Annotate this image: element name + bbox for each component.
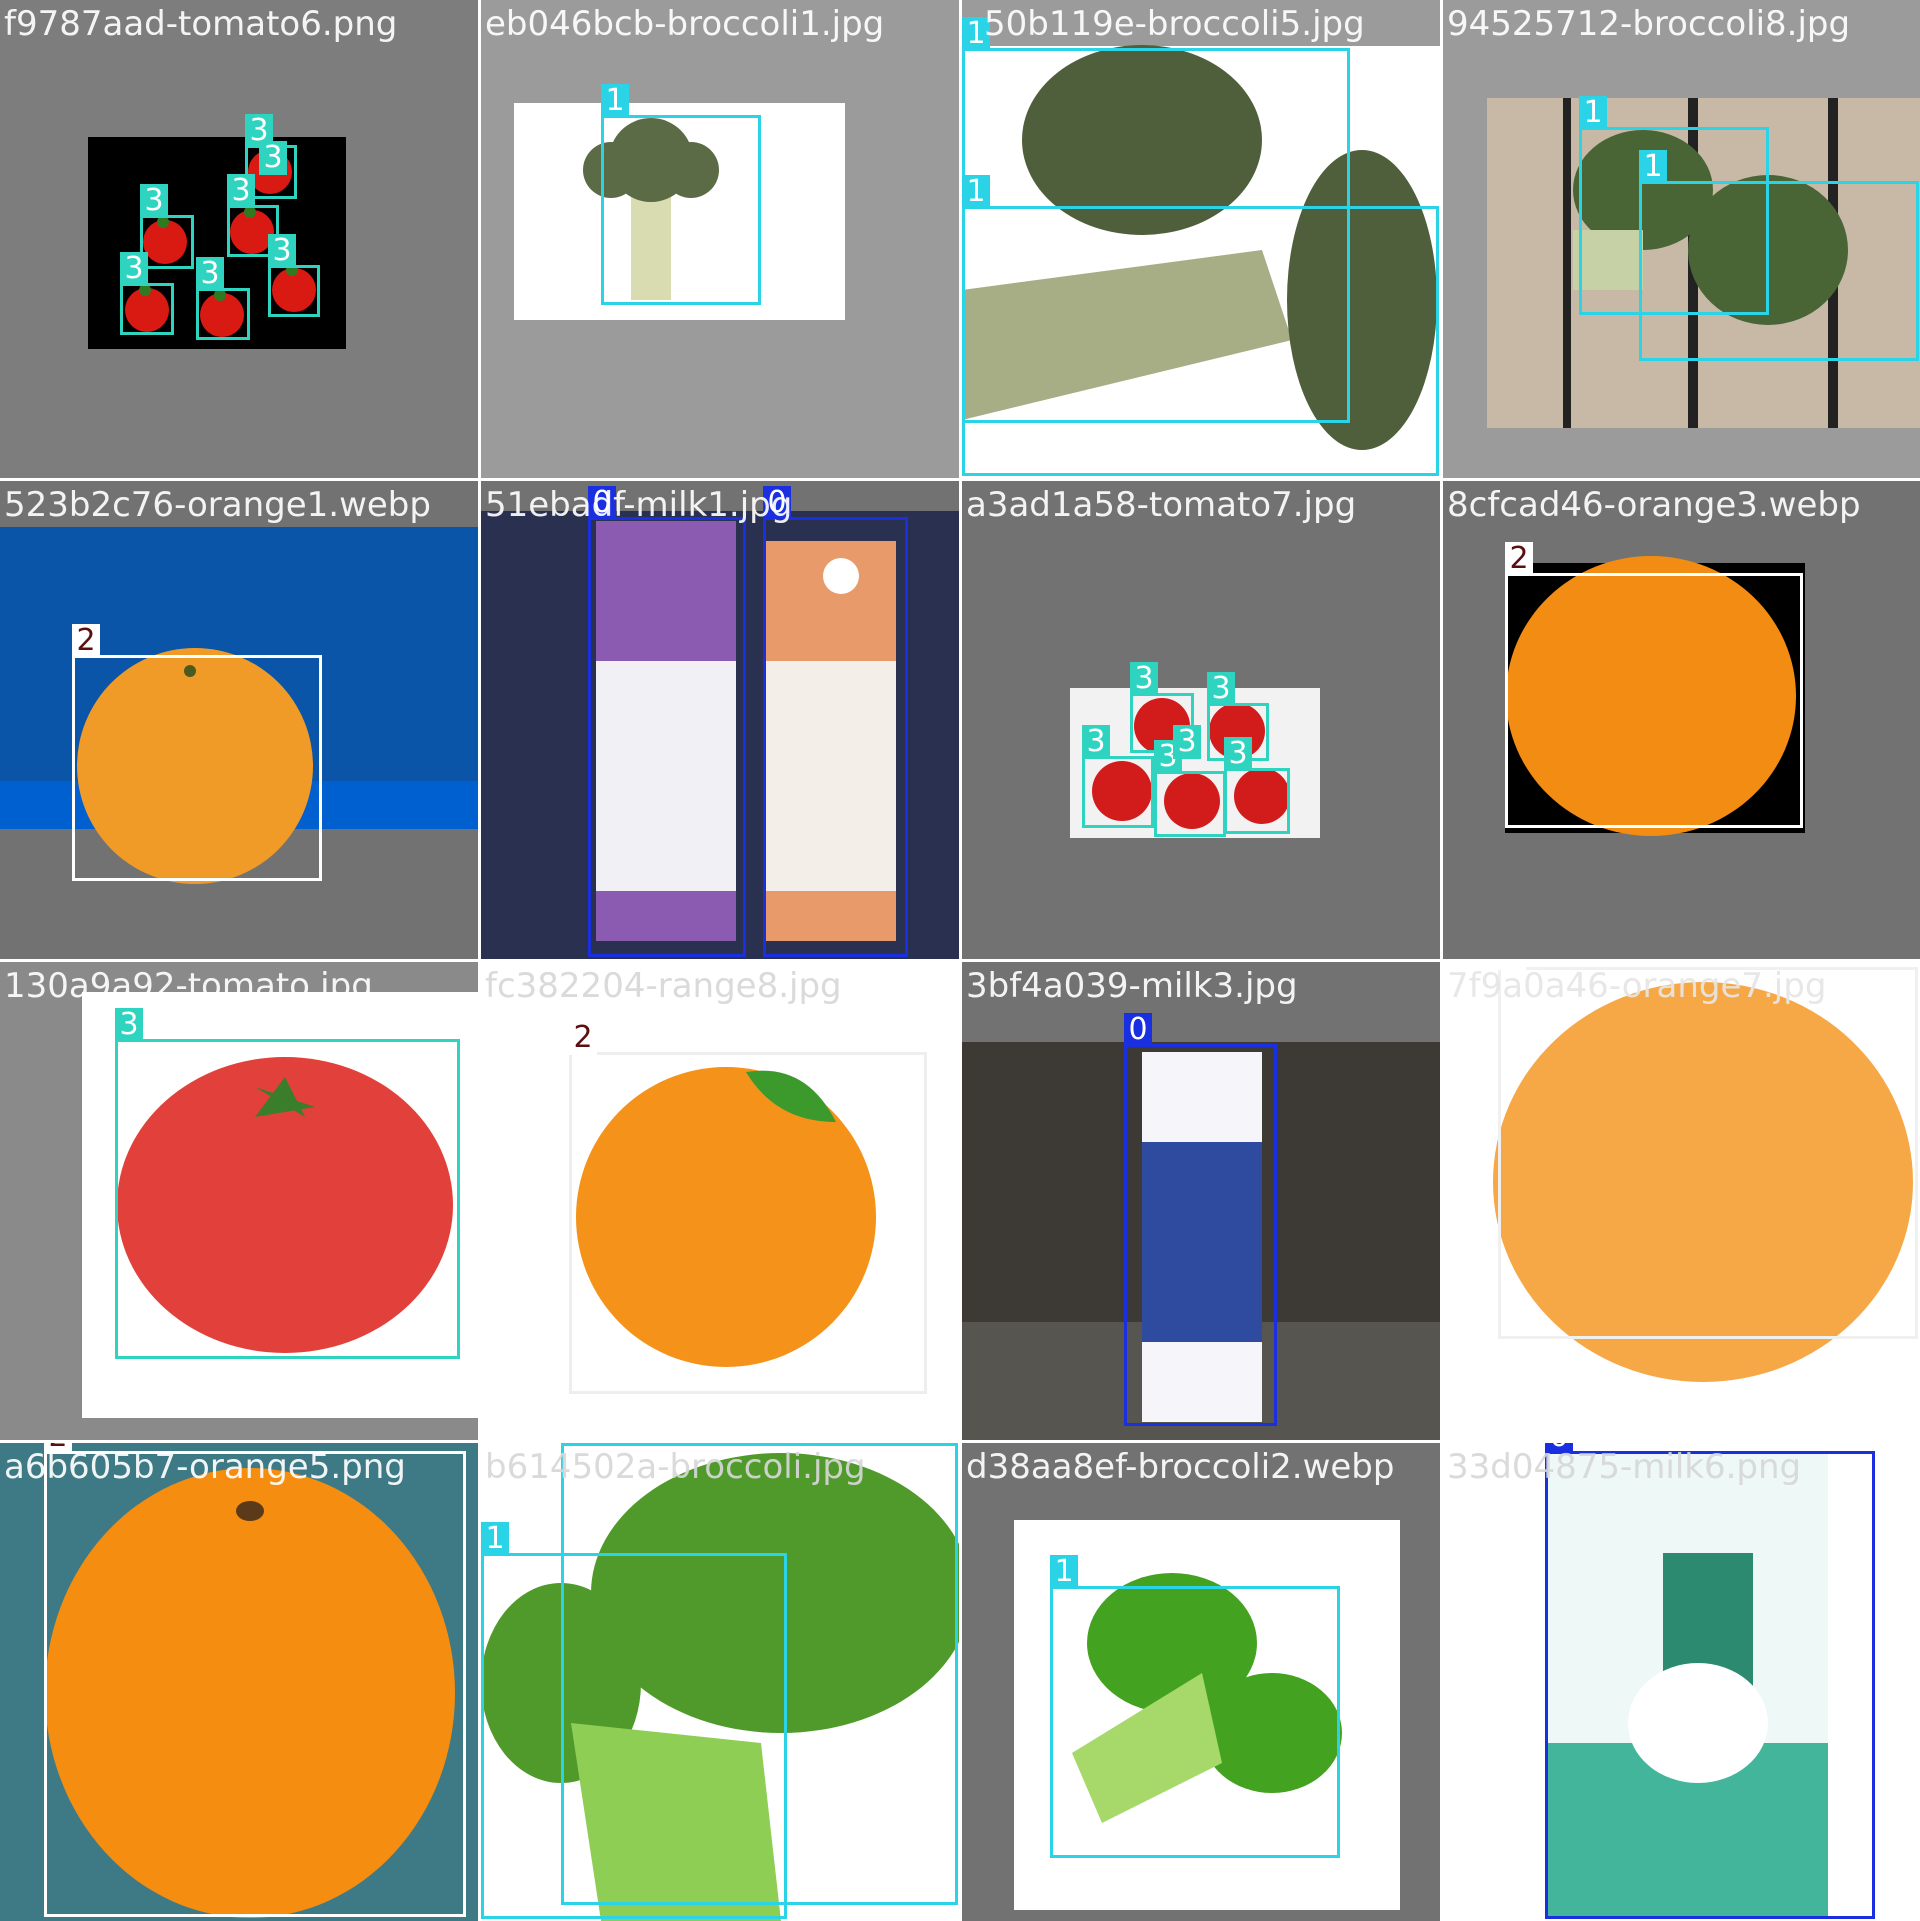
class-label: 1 bbox=[1639, 150, 1667, 184]
detection-box[interactable]: 2 bbox=[44, 1443, 466, 1917]
image-filename: 523b2c76-orange1.webp bbox=[4, 485, 431, 525]
detection-box[interactable]: 0 bbox=[588, 486, 746, 957]
tomato-image bbox=[962, 481, 1440, 959]
detection-box[interactable]: 3 bbox=[120, 252, 174, 335]
class-label: 2 bbox=[72, 624, 100, 658]
image-filename: 7f9a0a46-orange7.jpg bbox=[1447, 966, 1827, 1006]
tile-orange5[interactable]: 2 a6b605b7-orange5.png bbox=[0, 1443, 478, 1921]
image-filename: fc382204-range8.jpg bbox=[485, 966, 842, 1006]
detection-box[interactable]: 3 bbox=[115, 1008, 460, 1359]
class-label: 1 bbox=[601, 84, 629, 118]
class-label: 3 bbox=[1173, 725, 1201, 759]
detection-box[interactable]: 0 bbox=[1124, 1013, 1277, 1426]
class-label: 3 bbox=[227, 174, 255, 208]
image-filename: 130a9a92-tomato.jpg bbox=[4, 966, 373, 1006]
class-label: 1 bbox=[481, 1522, 509, 1556]
tile-milk6[interactable]: 0 33d04875-milk6.png bbox=[1443, 1443, 1920, 1921]
class-label: 1 bbox=[561, 1443, 589, 1446]
class-label: 3 bbox=[1224, 737, 1252, 771]
detection-box[interactable]: 1 bbox=[481, 1522, 787, 1919]
class-label: 2 bbox=[1505, 542, 1533, 576]
detection-box[interactable]: 3 bbox=[196, 257, 250, 340]
detection-box[interactable]: 0 bbox=[763, 486, 908, 957]
class-label: 0 bbox=[1124, 1013, 1152, 1047]
class-label: 3 bbox=[259, 141, 287, 175]
detection-box[interactable]: 1 bbox=[601, 84, 761, 305]
tile-tomato6[interactable]: 3 3 3 3 3 3 3 f9787aad-tomato6.png bbox=[0, 0, 478, 478]
detection-box[interactable]: 2 bbox=[569, 1021, 927, 1394]
detection-box[interactable]: 3 bbox=[140, 184, 194, 269]
detection-mosaic: 3 3 3 3 3 3 3 f9787aad-tomato6.png 1 eb0… bbox=[0, 0, 1920, 1921]
tile-milk3[interactable]: 0 3bf4a039-milk3.jpg bbox=[962, 962, 1440, 1440]
tile-range8[interactable]: 2 fc382204-range8.jpg bbox=[481, 962, 959, 1440]
detection-box[interactable]: 1 bbox=[962, 175, 1439, 476]
class-label: 3 bbox=[196, 257, 224, 291]
detection-box[interactable]: 2 bbox=[1505, 542, 1803, 828]
class-label: 3 bbox=[268, 234, 296, 268]
class-label: 1 bbox=[1579, 96, 1607, 130]
class-label: 1 bbox=[962, 175, 990, 209]
detection-box[interactable]: 2 bbox=[72, 624, 322, 881]
tile-broccoli2[interactable]: 1 d38aa8ef-broccoli2.webp bbox=[962, 1443, 1440, 1921]
tile-milk1[interactable]: 0 0 51ebadf-milk1.jpg bbox=[481, 481, 959, 959]
image-filename: a3ad1a58-tomato7.jpg bbox=[966, 485, 1357, 525]
tile-broccoli8[interactable]: 1 1 94525712-broccoli8.jpg bbox=[1443, 0, 1920, 478]
tile-broccoli[interactable]: 1 1 b614502a-broccoli.jpg bbox=[481, 1443, 959, 1921]
detection-box[interactable]: 3 bbox=[1224, 737, 1290, 834]
detection-box[interactable]: 0 bbox=[1545, 1443, 1875, 1919]
detection-box[interactable]: 3 bbox=[259, 141, 296, 205]
image-filename: 51ebadf-milk1.jpg bbox=[485, 485, 793, 525]
detection-box[interactable]: 3 bbox=[1173, 725, 1216, 789]
image-filename: b614502a-broccoli.jpg bbox=[485, 1447, 866, 1487]
tile-tomato7[interactable]: 3 3 3 3 3 3 a3ad1a58-tomato7.jpg bbox=[962, 481, 1440, 959]
image-filename: a6b605b7-orange5.png bbox=[4, 1447, 406, 1487]
image-filename: 8cfcad46-orange3.webp bbox=[1447, 485, 1861, 525]
detection-box[interactable]: 3 bbox=[268, 234, 320, 317]
tile-orange1[interactable]: 2 523b2c76-orange1.webp bbox=[0, 481, 478, 959]
class-label: 3 bbox=[1130, 662, 1158, 696]
image-filename: 33d04875-milk6.png bbox=[1447, 1447, 1802, 1487]
class-label: 3 bbox=[120, 252, 148, 286]
class-label: 3 bbox=[115, 1008, 143, 1042]
image-filename: eb046bcb-broccoli1.jpg bbox=[485, 4, 885, 44]
image-filename: d38aa8ef-broccoli2.webp bbox=[966, 1447, 1395, 1487]
detection-box[interactable]: 3 bbox=[1082, 725, 1154, 828]
image-filename: 50b119e-broccoli5.jpg bbox=[984, 4, 1365, 44]
class-label: 2 bbox=[569, 1021, 597, 1055]
tile-broccoli5[interactable]: 1 1 50b119e-broccoli5.jpg bbox=[962, 0, 1440, 478]
class-label: 3 bbox=[1082, 725, 1110, 759]
tile-broccoli1[interactable]: 1 eb046bcb-broccoli1.jpg bbox=[481, 0, 959, 478]
class-label: 1 bbox=[1050, 1555, 1078, 1589]
tile-tomato[interactable]: 3 130a9a92-tomato.jpg bbox=[0, 962, 478, 1440]
class-label: 3 bbox=[140, 184, 168, 218]
tile-orange7[interactable]: 2 7f9a0a46-orange7.jpg bbox=[1443, 962, 1920, 1440]
detection-box[interactable]: 1 bbox=[1639, 150, 1919, 361]
tile-orange3[interactable]: 2 8cfcad46-orange3.webp bbox=[1443, 481, 1920, 959]
image-filename: 94525712-broccoli8.jpg bbox=[1447, 4, 1851, 44]
detection-box[interactable]: 2 bbox=[1498, 962, 1918, 1339]
detection-box[interactable]: 1 bbox=[1050, 1555, 1340, 1858]
class-label: 3 bbox=[1207, 672, 1235, 706]
image-filename: f9787aad-tomato6.png bbox=[4, 4, 398, 44]
image-filename: 3bf4a039-milk3.jpg bbox=[966, 966, 1298, 1006]
